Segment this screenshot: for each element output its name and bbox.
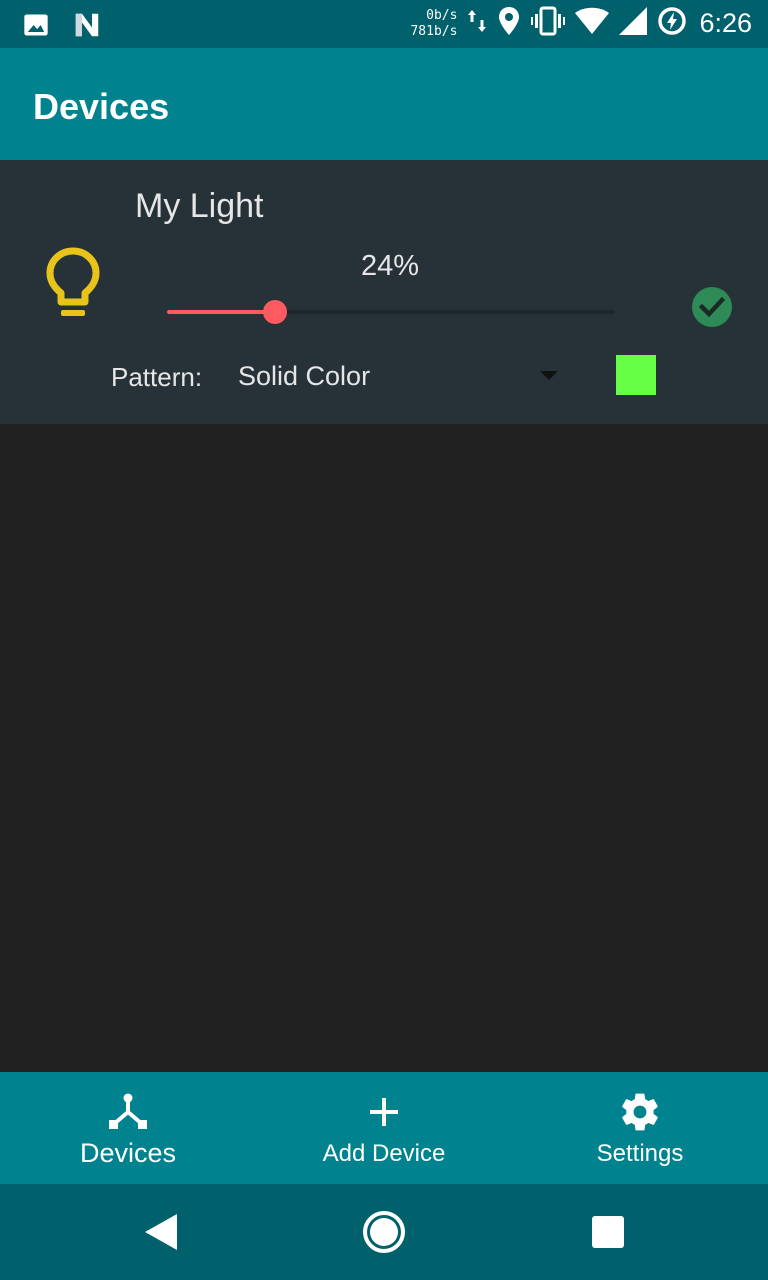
location-icon — [497, 6, 521, 41]
slider-thumb[interactable] — [262, 300, 287, 324]
back-icon[interactable] — [139, 1208, 187, 1256]
vibrate-icon — [531, 6, 566, 41]
nav-devices[interactable]: Devices — [0, 1072, 256, 1184]
lightbulb-icon[interactable] — [44, 246, 102, 322]
slider-fill — [167, 310, 275, 314]
status-bar: 0b/s 781b/s 6:26 — [0, 0, 768, 48]
brightness-value: 24% — [360, 250, 420, 282]
net-down-speed: 781b/s — [410, 23, 458, 39]
color-swatch[interactable] — [616, 355, 656, 395]
device-name: My Light — [135, 187, 264, 225]
notification-n-icon — [72, 10, 102, 45]
signal-icon — [619, 7, 648, 40]
nav-settings-label: Settings — [596, 1140, 684, 1167]
nav-add-device[interactable]: Add Device — [256, 1072, 512, 1184]
plus-icon — [362, 1090, 406, 1134]
gear-icon — [618, 1090, 662, 1134]
brightness-slider[interactable] — [167, 298, 615, 326]
recents-icon[interactable] — [584, 1208, 632, 1256]
pattern-selected-value: Solid Color — [238, 361, 371, 391]
device-card[interactable]: My Light 24% Pattern: Solid Color — [0, 160, 768, 424]
home-icon[interactable] — [360, 1208, 408, 1256]
check-circle-icon — [691, 286, 733, 328]
image-icon — [22, 11, 50, 44]
app-bar: Devices — [0, 48, 768, 160]
nav-settings[interactable]: Settings — [512, 1072, 768, 1184]
wifi-icon — [575, 7, 610, 40]
data-arrows-icon — [467, 8, 487, 39]
dropdown-arrow-icon[interactable] — [540, 371, 558, 380]
nav-devices-label: Devices — [79, 1138, 177, 1168]
screen: 0b/s 781b/s 6:26 Devices My Light 24% Pa… — [0, 0, 768, 1280]
network-speed: 0b/s 781b/s — [410, 8, 457, 40]
bottom-navigation: Devices Add Device Settings — [0, 1072, 768, 1184]
system-navigation-bar — [0, 1184, 768, 1280]
devices-hub-icon — [106, 1090, 150, 1134]
battery-saver-icon — [657, 6, 687, 41]
clock: 6:26 — [699, 8, 752, 38]
nav-add-device-label: Add Device — [322, 1140, 446, 1167]
page-title: Devices — [33, 86, 170, 127]
pattern-dropdown[interactable]: Solid Color — [238, 356, 568, 396]
net-up-speed: 0b/s — [426, 7, 458, 23]
pattern-label: Pattern: — [111, 362, 203, 392]
